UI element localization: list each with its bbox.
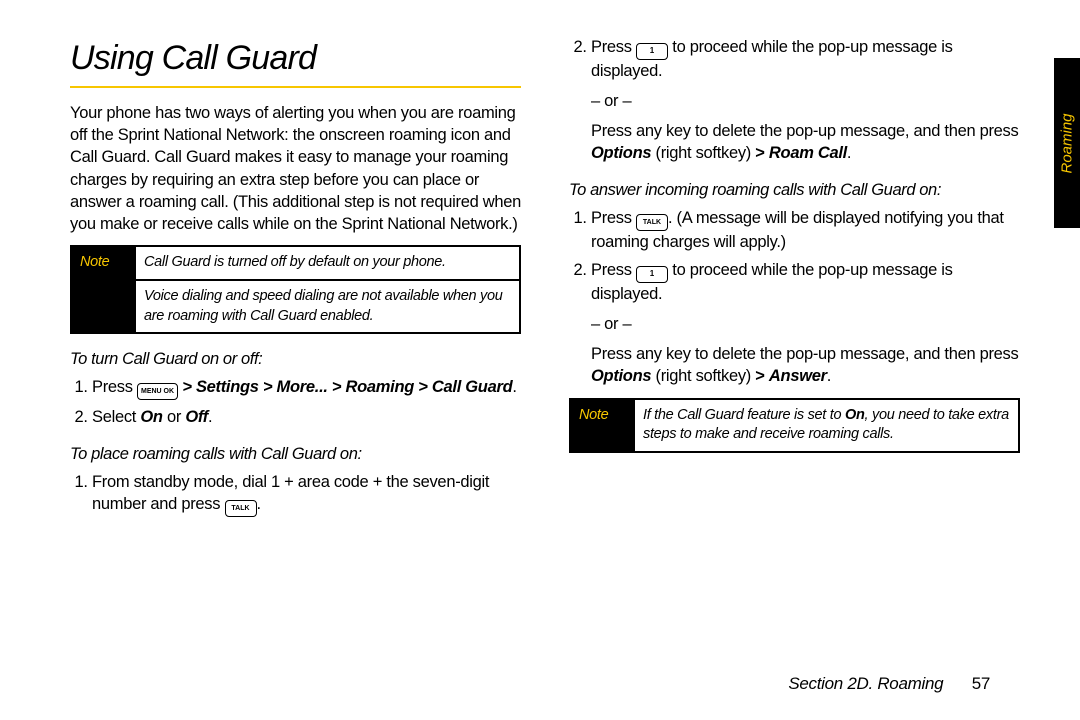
place-alt: Press any key to delete the pop-up messa… <box>591 120 1020 165</box>
turn-step-2: Select On or Off. <box>92 406 521 428</box>
answer-alt: Press any key to delete the pop-up messa… <box>591 343 1020 388</box>
title-rule <box>70 86 521 88</box>
footer-page-number: 57 <box>972 674 990 693</box>
intro-paragraph: Your phone has two ways of alerting you … <box>70 102 521 236</box>
answer-steps: Press TALK. (A message will be displayed… <box>569 207 1020 305</box>
or-divider-1: – or – <box>591 90 1020 112</box>
page-footer: Section 2D. Roaming 57 <box>788 674 990 694</box>
one-key-icon: 1 <box>636 43 668 60</box>
or-divider-2: – or – <box>591 313 1020 335</box>
talk-key-icon: TALK <box>225 500 257 517</box>
place-step-1: From standby mode, dial 1 + area code + … <box>92 471 521 517</box>
place-steps: From standby mode, dial 1 + area code + … <box>70 471 521 517</box>
page-title: Using Call Guard <box>70 36 521 82</box>
note-line-1: Call Guard is turned off by default on y… <box>135 246 520 280</box>
menu-ok-key-icon: MENU OK <box>137 383 178 400</box>
talk-key-icon: TALK <box>636 214 668 231</box>
answer-step-2: Press 1 to proceed while the pop-up mess… <box>591 259 1020 305</box>
note-label: Note <box>570 399 634 452</box>
subhead-place: To place roaming calls with Call Guard o… <box>70 443 521 465</box>
note-box-2: Note If the Call Guard feature is set to… <box>569 398 1020 453</box>
note-box-1: Note Call Guard is turned off by default… <box>70 245 521 334</box>
left-column: Using Call Guard Your phone has two ways… <box>70 36 521 525</box>
right-column: Press 1 to proceed while the pop-up mess… <box>569 36 1020 525</box>
one-key-icon: 1 <box>636 266 668 283</box>
turn-step-1: Press MENU OK > Settings > More... > Roa… <box>92 376 521 400</box>
place-steps-cont: Press 1 to proceed while the pop-up mess… <box>569 36 1020 82</box>
answer-step-1: Press TALK. (A message will be displayed… <box>591 207 1020 253</box>
side-tab-roaming: Roaming <box>1054 58 1080 228</box>
note-label: Note <box>71 246 135 333</box>
note2-text: If the Call Guard feature is set to On, … <box>634 399 1019 452</box>
note-line-2: Voice dialing and speed dialing are not … <box>135 280 520 333</box>
place-step-2: Press 1 to proceed while the pop-up mess… <box>591 36 1020 82</box>
subhead-turn: To turn Call Guard on or off: <box>70 348 521 370</box>
turn-steps: Press MENU OK > Settings > More... > Roa… <box>70 376 521 428</box>
subhead-answer: To answer incoming roaming calls with Ca… <box>569 179 1020 201</box>
footer-section: Section 2D. Roaming <box>788 674 943 693</box>
